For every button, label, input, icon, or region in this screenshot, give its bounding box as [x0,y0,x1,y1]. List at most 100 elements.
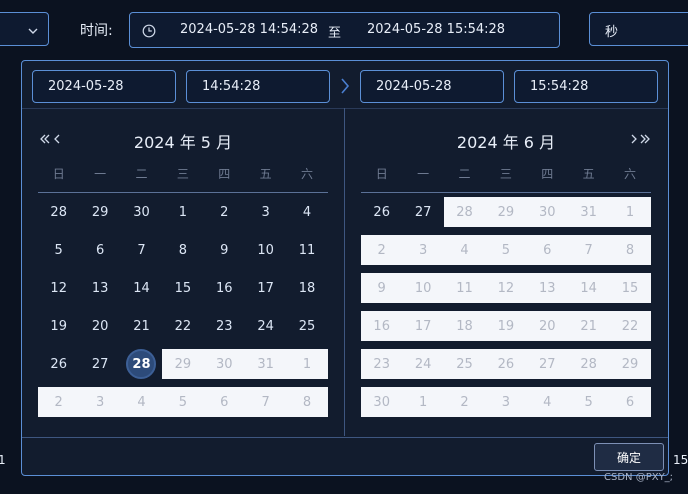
left-day-cell[interactable]: 20 [79,311,120,341]
right-day-cell[interactable]: 3 [402,235,444,265]
left-day-cell[interactable]: 18 [286,273,327,303]
left-day-cell[interactable]: 7 [121,235,162,265]
right-week-row: 26 27 28 29 30 31 1 [361,197,651,235]
right-day-cell[interactable]: 12 [485,273,527,303]
end-date-input[interactable]: 2024-05-28 [360,70,504,103]
left-day-cell[interactable]: 6 [79,235,120,265]
right-day-cell[interactable]: 9 [361,273,403,303]
left-day-cell[interactable]: 28 [121,349,162,379]
left-day-cell[interactable]: 27 [79,349,120,379]
right-day-cell[interactable]: 10 [402,273,444,303]
right-day-cell[interactable]: 5 [567,387,610,417]
left-day-cell[interactable]: 1 [286,349,328,379]
confirm-button[interactable]: 确定 [594,443,664,471]
left-day-cell[interactable]: 1 [162,197,203,227]
right-day-cell[interactable]: 4 [443,235,486,265]
left-day-cell[interactable]: 19 [38,311,79,341]
left-day-cell[interactable]: 8 [286,387,328,417]
left-day-cell[interactable]: 4 [120,387,163,417]
right-day-cell[interactable]: 23 [361,349,403,379]
right-day-cell[interactable]: 1 [402,387,444,417]
left-day-cell[interactable]: 14 [121,273,162,303]
right-day-cell[interactable]: 25 [443,349,486,379]
right-day-cell[interactable]: 27 [402,197,443,227]
start-time-input[interactable]: 14:54:28 [186,70,330,103]
right-day-cell[interactable]: 30 [361,387,403,417]
left-day-cell[interactable]: 29 [162,349,204,379]
left-day-cell[interactable]: 23 [204,311,245,341]
left-day-cell[interactable]: 29 [79,197,120,227]
right-day-cell[interactable]: 21 [567,311,610,341]
left-day-cell[interactable]: 16 [204,273,245,303]
start-date-input[interactable]: 2024-05-28 [32,70,176,103]
left-day-cell[interactable]: 2 [204,197,245,227]
left-day-cell[interactable]: 2 [38,387,80,417]
datetime-range-input[interactable]: 2024-05-28 14:54:28 至 2024-05-28 15:54:2… [129,12,560,48]
right-day-cell[interactable]: 26 [485,349,527,379]
right-weekday: 一 [417,166,430,181]
next-month-icon[interactable] [629,130,639,149]
right-day-cell[interactable]: 11 [443,273,486,303]
right-day-cell[interactable]: 28 [443,197,486,227]
right-day-cell[interactable]: 20 [526,311,568,341]
left-day-cell[interactable]: 4 [286,197,327,227]
right-day-cell[interactable]: 18 [443,311,486,341]
left-day-cell[interactable]: 30 [203,349,245,379]
right-day-cell[interactable]: 29 [609,349,651,379]
left-day-cell[interactable]: 7 [244,387,287,417]
right-day-cell[interactable]: 6 [609,387,651,417]
left-day-cell[interactable]: 6 [203,387,245,417]
right-day-cell[interactable]: 4 [526,387,568,417]
right-day-cell[interactable]: 2 [361,235,403,265]
right-day-cell[interactable]: 5 [485,235,527,265]
right-day-cell[interactable]: 17 [402,311,444,341]
right-day-cell[interactable]: 26 [361,197,402,227]
right-day-cell[interactable]: 19 [485,311,527,341]
left-day-cell[interactable]: 10 [245,235,286,265]
end-datetime-text[interactable]: 2024-05-28 15:54:28 [367,22,505,37]
left-day-cell[interactable]: 22 [162,311,203,341]
left-day-cell[interactable]: 24 [245,311,286,341]
right-week-row: 23 24 25 26 27 28 29 [361,349,651,387]
right-day-cell[interactable]: 24 [402,349,444,379]
right-day-cell[interactable]: 28 [567,349,610,379]
left-day-cell[interactable]: 17 [245,273,286,303]
next-year-icon[interactable] [639,130,651,149]
left-day-cell[interactable]: 15 [162,273,203,303]
right-day-cell[interactable]: 27 [526,349,568,379]
unit-select[interactable]: 秒 [589,12,688,46]
left-day-cell[interactable]: 3 [245,197,286,227]
left-day-cell[interactable]: 9 [204,235,245,265]
left-day-cell[interactable]: 21 [121,311,162,341]
left-day-cell[interactable]: 8 [162,235,203,265]
end-time-input[interactable]: 15:54:28 [514,70,658,103]
left-day-cell[interactable]: 13 [79,273,120,303]
right-day-cell[interactable]: 6 [526,235,568,265]
right-day-cell[interactable]: 3 [485,387,527,417]
left-day-cell[interactable]: 26 [38,349,79,379]
right-day-cell[interactable]: 16 [361,311,403,341]
right-day-cell[interactable]: 31 [567,197,610,227]
right-day-cell[interactable]: 14 [567,273,610,303]
left-dropdown[interactable] [0,12,49,46]
left-day-cell[interactable]: 5 [38,235,79,265]
right-day-cell[interactable]: 8 [609,235,651,265]
left-day-cell[interactable]: 11 [286,235,327,265]
left-day-cell[interactable]: 5 [162,387,204,417]
selected-day[interactable]: 28 [126,349,157,379]
right-day-cell[interactable]: 30 [526,197,568,227]
left-day-cell[interactable]: 25 [286,311,327,341]
start-datetime-text[interactable]: 2024-05-28 14:54:28 [180,22,318,37]
right-day-cell[interactable]: 29 [485,197,527,227]
right-day-cell[interactable]: 15 [609,273,651,303]
right-day-cell[interactable]: 2 [443,387,486,417]
right-day-cell[interactable]: 7 [567,235,610,265]
left-day-cell[interactable]: 12 [38,273,79,303]
left-day-cell[interactable]: 28 [38,197,79,227]
right-day-cell[interactable]: 1 [609,197,651,227]
left-day-cell[interactable]: 30 [121,197,162,227]
left-day-cell[interactable]: 31 [244,349,287,379]
left-day-cell[interactable]: 3 [79,387,121,417]
right-day-cell[interactable]: 13 [526,273,568,303]
right-day-cell[interactable]: 22 [609,311,651,341]
